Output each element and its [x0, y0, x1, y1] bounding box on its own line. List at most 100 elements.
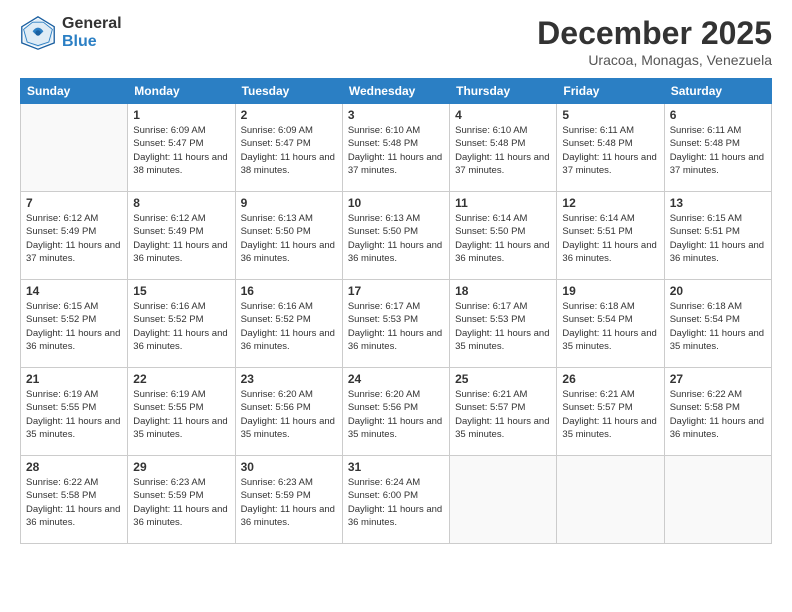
- sunset-label: Sunset: 5:53 PM: [348, 314, 418, 325]
- day-number: 12: [562, 196, 658, 210]
- daylight-label: Daylight: 11 hours and 35 minutes.: [241, 416, 335, 440]
- sunrise-label: Sunrise: 6:14 AM: [455, 213, 527, 224]
- day-info: Sunrise: 6:21 AM Sunset: 5:57 PM Dayligh…: [455, 388, 551, 441]
- month-title: December 2025: [537, 15, 772, 52]
- day-number: 23: [241, 372, 337, 386]
- day-number: 10: [348, 196, 444, 210]
- calendar-cell: 10 Sunrise: 6:13 AM Sunset: 5:50 PM Dayl…: [342, 192, 449, 280]
- day-number: 8: [133, 196, 229, 210]
- day-number: 11: [455, 196, 551, 210]
- day-number: 6: [670, 108, 766, 122]
- sunset-label: Sunset: 5:50 PM: [241, 226, 311, 237]
- calendar-cell: 17 Sunrise: 6:17 AM Sunset: 5:53 PM Dayl…: [342, 280, 449, 368]
- calendar-cell: 2 Sunrise: 6:09 AM Sunset: 5:47 PM Dayli…: [235, 104, 342, 192]
- day-info: Sunrise: 6:17 AM Sunset: 5:53 PM Dayligh…: [348, 300, 444, 353]
- sunset-label: Sunset: 5:52 PM: [241, 314, 311, 325]
- page: General Blue December 2025 Uracoa, Monag…: [0, 0, 792, 612]
- logo-blue-text: Blue: [62, 33, 122, 51]
- calendar-cell: 11 Sunrise: 6:14 AM Sunset: 5:50 PM Dayl…: [450, 192, 557, 280]
- calendar-week-2: 14 Sunrise: 6:15 AM Sunset: 5:52 PM Dayl…: [21, 280, 772, 368]
- sunset-label: Sunset: 5:55 PM: [26, 402, 96, 413]
- sunrise-label: Sunrise: 6:15 AM: [670, 213, 742, 224]
- sunrise-label: Sunrise: 6:16 AM: [133, 301, 205, 312]
- calendar-cell: [21, 104, 128, 192]
- day-number: 27: [670, 372, 766, 386]
- day-number: 24: [348, 372, 444, 386]
- day-info: Sunrise: 6:18 AM Sunset: 5:54 PM Dayligh…: [562, 300, 658, 353]
- calendar-cell: [450, 456, 557, 544]
- calendar-cell: 9 Sunrise: 6:13 AM Sunset: 5:50 PM Dayli…: [235, 192, 342, 280]
- sunrise-label: Sunrise: 6:15 AM: [26, 301, 98, 312]
- sunrise-label: Sunrise: 6:18 AM: [562, 301, 634, 312]
- day-info: Sunrise: 6:19 AM Sunset: 5:55 PM Dayligh…: [26, 388, 122, 441]
- calendar-cell: 13 Sunrise: 6:15 AM Sunset: 5:51 PM Dayl…: [664, 192, 771, 280]
- sunrise-label: Sunrise: 6:20 AM: [348, 389, 420, 400]
- calendar-cell: 3 Sunrise: 6:10 AM Sunset: 5:48 PM Dayli…: [342, 104, 449, 192]
- calendar-cell: [557, 456, 664, 544]
- daylight-label: Daylight: 11 hours and 36 minutes.: [670, 240, 764, 264]
- daylight-label: Daylight: 11 hours and 35 minutes.: [562, 328, 656, 352]
- day-number: 1: [133, 108, 229, 122]
- daylight-label: Daylight: 11 hours and 36 minutes.: [241, 240, 335, 264]
- sunset-label: Sunset: 5:57 PM: [455, 402, 525, 413]
- daylight-label: Daylight: 11 hours and 38 minutes.: [133, 152, 227, 176]
- sunset-label: Sunset: 5:53 PM: [455, 314, 525, 325]
- calendar-cell: 26 Sunrise: 6:21 AM Sunset: 5:57 PM Dayl…: [557, 368, 664, 456]
- sunrise-label: Sunrise: 6:10 AM: [455, 125, 527, 136]
- daylight-label: Daylight: 11 hours and 35 minutes.: [455, 328, 549, 352]
- sunset-label: Sunset: 5:52 PM: [133, 314, 203, 325]
- sunset-label: Sunset: 5:47 PM: [133, 138, 203, 149]
- col-friday: Friday: [557, 79, 664, 104]
- calendar-cell: 20 Sunrise: 6:18 AM Sunset: 5:54 PM Dayl…: [664, 280, 771, 368]
- col-saturday: Saturday: [664, 79, 771, 104]
- daylight-label: Daylight: 11 hours and 36 minutes.: [241, 328, 335, 352]
- calendar-week-0: 1 Sunrise: 6:09 AM Sunset: 5:47 PM Dayli…: [21, 104, 772, 192]
- sunset-label: Sunset: 5:54 PM: [562, 314, 632, 325]
- sunset-label: Sunset: 5:48 PM: [670, 138, 740, 149]
- sunrise-label: Sunrise: 6:19 AM: [26, 389, 98, 400]
- calendar-cell: 31 Sunrise: 6:24 AM Sunset: 6:00 PM Dayl…: [342, 456, 449, 544]
- calendar-cell: 27 Sunrise: 6:22 AM Sunset: 5:58 PM Dayl…: [664, 368, 771, 456]
- daylight-label: Daylight: 11 hours and 36 minutes.: [348, 240, 442, 264]
- header-row: Sunday Monday Tuesday Wednesday Thursday…: [21, 79, 772, 104]
- calendar-cell: 30 Sunrise: 6:23 AM Sunset: 5:59 PM Dayl…: [235, 456, 342, 544]
- col-monday: Monday: [128, 79, 235, 104]
- daylight-label: Daylight: 11 hours and 35 minutes.: [133, 416, 227, 440]
- day-info: Sunrise: 6:20 AM Sunset: 5:56 PM Dayligh…: [241, 388, 337, 441]
- day-info: Sunrise: 6:21 AM Sunset: 5:57 PM Dayligh…: [562, 388, 658, 441]
- sunset-label: Sunset: 5:58 PM: [26, 490, 96, 501]
- sunrise-label: Sunrise: 6:22 AM: [670, 389, 742, 400]
- day-number: 16: [241, 284, 337, 298]
- header: General Blue December 2025 Uracoa, Monag…: [20, 15, 772, 68]
- day-info: Sunrise: 6:17 AM Sunset: 5:53 PM Dayligh…: [455, 300, 551, 353]
- day-number: 20: [670, 284, 766, 298]
- daylight-label: Daylight: 11 hours and 38 minutes.: [241, 152, 335, 176]
- calendar-cell: 15 Sunrise: 6:16 AM Sunset: 5:52 PM Dayl…: [128, 280, 235, 368]
- daylight-label: Daylight: 11 hours and 35 minutes.: [26, 416, 120, 440]
- sunset-label: Sunset: 5:50 PM: [455, 226, 525, 237]
- sunset-label: Sunset: 5:55 PM: [133, 402, 203, 413]
- calendar-cell: 22 Sunrise: 6:19 AM Sunset: 5:55 PM Dayl…: [128, 368, 235, 456]
- calendar-cell: 8 Sunrise: 6:12 AM Sunset: 5:49 PM Dayli…: [128, 192, 235, 280]
- daylight-label: Daylight: 11 hours and 37 minutes.: [26, 240, 120, 264]
- sunset-label: Sunset: 5:51 PM: [562, 226, 632, 237]
- day-number: 26: [562, 372, 658, 386]
- daylight-label: Daylight: 11 hours and 35 minutes.: [455, 416, 549, 440]
- sunrise-label: Sunrise: 6:12 AM: [26, 213, 98, 224]
- calendar-table: Sunday Monday Tuesday Wednesday Thursday…: [20, 78, 772, 544]
- day-info: Sunrise: 6:09 AM Sunset: 5:47 PM Dayligh…: [133, 124, 229, 177]
- calendar-cell: 23 Sunrise: 6:20 AM Sunset: 5:56 PM Dayl…: [235, 368, 342, 456]
- day-number: 17: [348, 284, 444, 298]
- day-info: Sunrise: 6:16 AM Sunset: 5:52 PM Dayligh…: [133, 300, 229, 353]
- daylight-label: Daylight: 11 hours and 36 minutes.: [26, 328, 120, 352]
- day-info: Sunrise: 6:09 AM Sunset: 5:47 PM Dayligh…: [241, 124, 337, 177]
- calendar-cell: 25 Sunrise: 6:21 AM Sunset: 5:57 PM Dayl…: [450, 368, 557, 456]
- day-info: Sunrise: 6:15 AM Sunset: 5:52 PM Dayligh…: [26, 300, 122, 353]
- col-thursday: Thursday: [450, 79, 557, 104]
- daylight-label: Daylight: 11 hours and 37 minutes.: [562, 152, 656, 176]
- day-info: Sunrise: 6:15 AM Sunset: 5:51 PM Dayligh…: [670, 212, 766, 265]
- sunset-label: Sunset: 5:47 PM: [241, 138, 311, 149]
- day-info: Sunrise: 6:12 AM Sunset: 5:49 PM Dayligh…: [26, 212, 122, 265]
- sunrise-label: Sunrise: 6:13 AM: [348, 213, 420, 224]
- title-block: December 2025 Uracoa, Monagas, Venezuela: [537, 15, 772, 68]
